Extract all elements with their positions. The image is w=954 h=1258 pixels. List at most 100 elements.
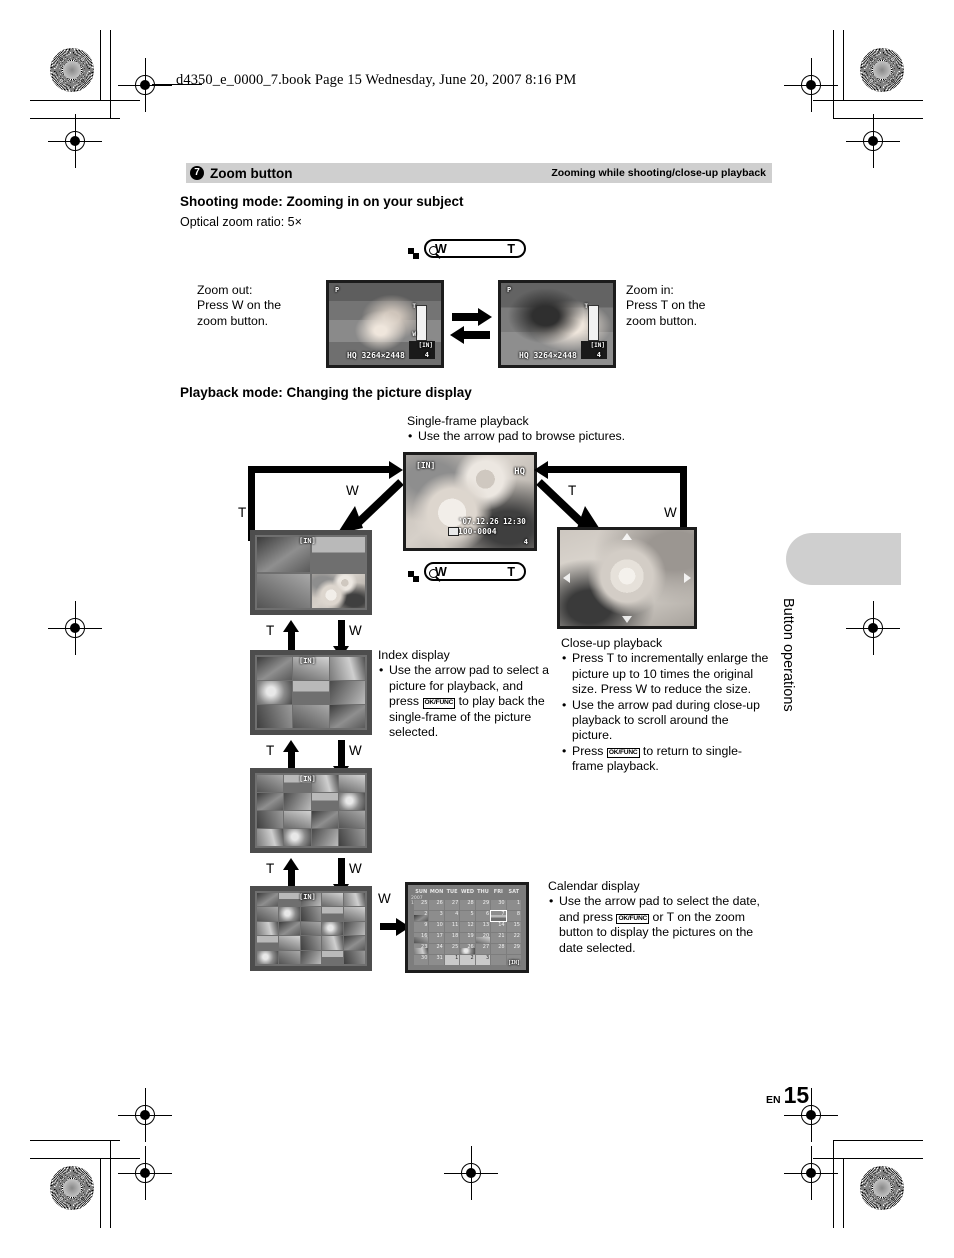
index-thumb xyxy=(311,829,338,846)
calendar-date-number: 29 xyxy=(513,944,520,950)
calendar-date-cell[interactable]: 30 xyxy=(491,900,506,910)
calendar-date-number: 7 xyxy=(501,911,505,917)
osd-file-single: 100-0004 xyxy=(458,527,497,536)
zoom-out-line-2: Press W on the xyxy=(197,298,282,313)
calendar-date-cell[interactable]: 6 xyxy=(475,911,491,921)
index-thumb xyxy=(257,681,293,704)
calendar-date-cell[interactable] xyxy=(491,955,506,965)
calendar-date-cell[interactable]: 21 xyxy=(491,933,506,943)
calendar-date-cell[interactable]: 2 xyxy=(460,955,475,965)
playback-mode-heading: Playback mode: Changing the picture disp… xyxy=(180,385,472,400)
osd-info-right: HQ 3264×2448 xyxy=(519,351,577,360)
calendar-weekday-header: SUN xyxy=(415,889,428,895)
calendar-date-cell[interactable]: 20 xyxy=(475,933,491,943)
osd-battery-left: [IN] xyxy=(418,342,433,349)
calendar-date-cell[interactable]: 26 xyxy=(429,900,444,910)
index-thumb xyxy=(338,793,365,810)
calendar-date-cell[interactable]: 31 xyxy=(429,955,444,965)
calendar-date-cell[interactable]: 10 xyxy=(429,922,444,932)
flow-label-w-4: W xyxy=(349,861,362,876)
calendar-grid[interactable]: SUN MON TUE WED THU FRI SAT 25 26 27 28 29 30 1 2 3 4 5 6 7… xyxy=(414,889,521,965)
index-thumb xyxy=(257,705,293,728)
calendar-date-cell[interactable]: 17 xyxy=(429,933,444,943)
calendar-date-cell[interactable]: 26 xyxy=(460,944,475,954)
osd-battery-index4: [IN] xyxy=(299,537,316,545)
index-thumb xyxy=(257,775,284,792)
calendar-date-cell[interactable]: 22 xyxy=(506,933,521,943)
index-thumb xyxy=(338,775,365,792)
lcd-index-9: [IN] xyxy=(250,650,372,735)
index-thumb xyxy=(311,811,338,828)
calendar-date-number: 3 xyxy=(439,911,443,917)
calendar-date-cell[interactable]: 8 xyxy=(506,911,521,921)
zoom-bar-t-left: T xyxy=(412,303,416,310)
osd-battery-right: [IN] xyxy=(590,342,605,349)
okfunc-key-icon: OK/FUNC xyxy=(616,913,650,925)
osd-battery-index16: [IN] xyxy=(299,775,316,783)
calendar-date-cell[interactable]: 28 xyxy=(491,944,506,954)
calendar-date-cell[interactable]: 2 xyxy=(414,911,429,921)
index-thumb xyxy=(329,657,365,680)
crop-mark xyxy=(110,1140,111,1228)
calendar-date-cell[interactable]: 18 xyxy=(444,933,460,943)
lcd-shooting-tele: P T [IN] 4 HQ 3264×2448 xyxy=(498,280,616,368)
lcd-index-25: [IN] xyxy=(250,886,372,971)
index-thumb xyxy=(257,829,284,846)
calendar-date-cell[interactable]: 9 xyxy=(414,922,429,932)
calendar-date-number: 23 xyxy=(421,944,428,950)
index-thumb xyxy=(257,936,278,950)
calendar-date-cell[interactable]: 12 xyxy=(460,922,475,932)
calendar-date-cell[interactable]: 1 xyxy=(506,900,521,910)
crop-mark xyxy=(813,100,923,101)
crop-mark xyxy=(833,30,834,118)
index-thumb xyxy=(257,811,284,828)
flow-top-left-head xyxy=(389,461,403,479)
flow-up-head-1 xyxy=(283,620,299,632)
crop-mark xyxy=(843,1158,844,1228)
index-thumb xyxy=(322,907,344,921)
calendar-date-cell[interactable]: 28 xyxy=(460,900,475,910)
calendar-date-cell[interactable]: 16 xyxy=(414,933,429,943)
calendar-date-cell[interactable]: 19 xyxy=(460,933,475,943)
calendar-date-cell[interactable]: 29 xyxy=(475,900,491,910)
registration-crosshair xyxy=(784,58,838,112)
calendar-date-cell[interactable]: 15 xyxy=(506,922,521,932)
calendar-date-number: 19 xyxy=(467,933,474,939)
calendar-date-cell[interactable]: 7 xyxy=(490,910,507,922)
calendar-date-cell[interactable]: 5 xyxy=(460,911,475,921)
calendar-date-cell[interactable]: 11 xyxy=(444,922,460,932)
flow-label-t-2: T xyxy=(266,623,275,638)
index-title: Index display xyxy=(378,648,450,662)
crop-mark xyxy=(833,1140,923,1141)
calendar-date-cell[interactable]: 27 xyxy=(444,900,460,910)
calendar-bullet-1: Use the arrow pad to select the date, an… xyxy=(548,894,763,956)
calendar-date-number: 27 xyxy=(451,900,459,906)
calendar-date-cell[interactable]: 25 xyxy=(414,900,429,910)
calendar-date-cell[interactable]: 27 xyxy=(475,944,491,954)
side-tab-thumb xyxy=(786,533,901,585)
index-thumb xyxy=(322,893,344,907)
index-thumb xyxy=(278,950,300,964)
zoom-out-line-3: zoom button. xyxy=(197,313,269,328)
calendar-date-cell[interactable]: 3 xyxy=(429,911,444,921)
calendar-date-cell[interactable]: 30 xyxy=(414,955,429,965)
calendar-date-cell[interactable]: 13 xyxy=(475,922,491,932)
crop-mark xyxy=(110,30,111,118)
calendar-date-cell[interactable]: 14 xyxy=(491,922,506,932)
calendar-date-cell[interactable]: 25 xyxy=(444,944,460,954)
zoom-bar-t-right: T xyxy=(584,303,588,310)
calendar-date-number: 20 xyxy=(482,933,490,939)
calendar-date-cell[interactable]: 23 xyxy=(414,944,429,954)
calendar-weekday-header: TUE xyxy=(446,889,458,895)
calendar-date-cell[interactable]: 29 xyxy=(506,944,521,954)
arrow-left-head xyxy=(450,326,464,344)
calendar-date-number: 27 xyxy=(482,944,490,950)
magnifier-icon xyxy=(429,246,442,259)
calendar-date-cell[interactable]: 3 xyxy=(475,955,491,965)
calendar-date-number: 16 xyxy=(421,933,428,939)
calendar-date-number: 31 xyxy=(436,955,443,961)
calendar-date-cell[interactable]: 4 xyxy=(444,911,460,921)
index-thumb xyxy=(300,907,322,921)
calendar-date-cell[interactable]: 24 xyxy=(429,944,444,954)
calendar-date-cell[interactable]: 1 xyxy=(444,955,460,965)
